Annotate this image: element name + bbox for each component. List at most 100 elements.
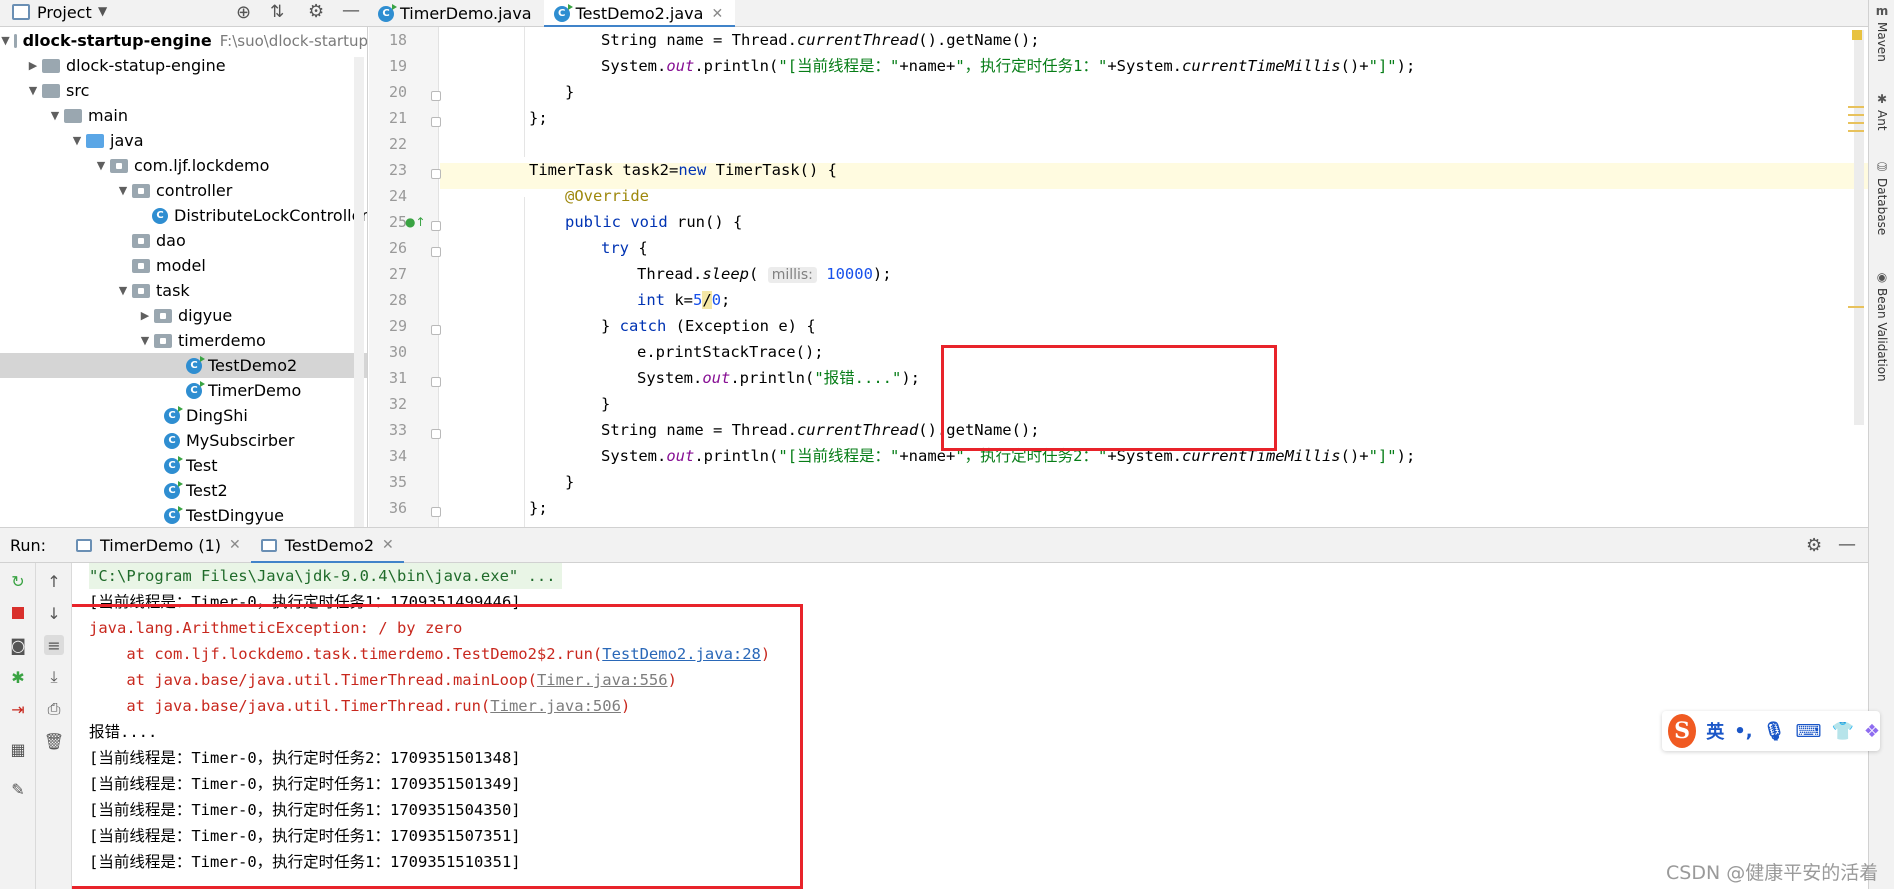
fold-marker-icon[interactable] [431, 247, 441, 257]
chevron-down-icon[interactable]: ▼ [140, 334, 150, 347]
minimize-icon[interactable]: — [1838, 534, 1856, 555]
minimize-icon[interactable]: — [342, 0, 360, 21]
chevron-down-icon[interactable]: ▼ [118, 184, 128, 197]
chevron-down-icon[interactable]: ▼ [1, 34, 9, 47]
pin-icon[interactable]: ✎ [8, 779, 28, 799]
watermark: CSDN @健康平安的活着 [1666, 862, 1879, 884]
tree-item-test[interactable]: C Test [0, 453, 367, 478]
tree-item-testdingyue[interactable]: C TestDingyue [0, 503, 367, 527]
project-title[interactable]: Project [37, 3, 92, 22]
tree-item-distributelockcontroller[interactable]: C DistributeLockController [0, 203, 367, 228]
run-tab-testdemo2[interactable]: TestDemo2 ✕ [250, 527, 404, 564]
tree-item-model[interactable]: model [0, 253, 367, 278]
warning-indicator-icon[interactable] [1852, 30, 1862, 40]
fold-marker-icon[interactable] [431, 325, 441, 335]
tab-testdemo2[interactable]: C TestDemo2.java ✕ [543, 0, 736, 28]
skin-icon[interactable]: 👕 [1831, 721, 1853, 742]
tree-label: dao [156, 231, 186, 250]
line-number: 23 [388, 161, 407, 179]
layout-icon[interactable]: ▦ [8, 739, 28, 759]
chevron-down-icon[interactable]: ▼ [28, 84, 38, 97]
tree-item-task[interactable]: ▼ task [0, 278, 367, 303]
error-stripe-mark[interactable] [1848, 106, 1864, 108]
tree-item-digyue[interactable]: ▶ digyue [0, 303, 367, 328]
trash-icon[interactable]: 🗑 [44, 731, 64, 751]
ime-language[interactable]: 英 [1706, 718, 1724, 744]
error-stripe-mark[interactable] [1848, 306, 1864, 308]
fold-marker-icon[interactable] [431, 429, 441, 439]
chevron-down-icon[interactable]: ▼ [50, 109, 60, 122]
tool-ant[interactable]: ✱ Ant [1869, 92, 1894, 131]
stop-icon[interactable] [8, 603, 28, 623]
tree-item-test2[interactable]: C Test2 [0, 478, 367, 503]
code-line-30: e.printStackTrace(); [637, 343, 824, 361]
arrow-down-icon[interactable]: ↓ [44, 603, 64, 623]
locate-icon[interactable]: ⊕ [236, 2, 251, 23]
ime-toolbar[interactable]: S 英 •, 🎙 ⌨ 👕 ❖ [1662, 711, 1880, 751]
tree-item-dao[interactable]: dao [0, 228, 367, 253]
collapse-all-icon[interactable]: ⇅ [270, 2, 284, 22]
console-output[interactable]: "C:\Program Files\Java\jdk-9.0.4\bin\jav… [72, 563, 1868, 889]
error-stripe-mark[interactable] [1848, 130, 1864, 132]
ant-icon: ✱ [1876, 92, 1888, 106]
tree-item-mysubscirber[interactable]: C MySubscirber [0, 428, 367, 453]
tree-item-main[interactable]: ▼ main [0, 103, 367, 128]
tree-item-com-ljf-lockdemo[interactable]: ▼ com.ljf.lockdemo [0, 153, 367, 178]
code-editor[interactable]: 18 19 20 21 22 23 24 25 26 27 28 29 30 3… [369, 27, 1868, 527]
fold-marker-icon[interactable] [431, 169, 441, 179]
close-icon[interactable]: ✕ [711, 6, 723, 22]
scroll-to-end-icon[interactable]: ⤓ [44, 667, 64, 687]
run-tab-timerdemo[interactable]: TimerDemo (1) ✕ [66, 527, 251, 563]
exit-icon[interactable]: ⇥ [8, 699, 28, 719]
project-header[interactable]: Project ▼ ⊕ ⇅ ⚙ — [0, 0, 368, 27]
tree-item-controller[interactable]: ▼ controller [0, 178, 367, 203]
tool-database[interactable]: ⛁ Database [1869, 160, 1894, 235]
error-stripe-mark[interactable] [1848, 122, 1864, 124]
print-icon[interactable]: ⎙ [44, 699, 64, 719]
soft-wrap-icon[interactable]: ≡ [44, 635, 64, 655]
class-icon: C [186, 380, 205, 399]
punctuation-icon[interactable]: •, [1734, 721, 1752, 742]
override-method-icon[interactable]: ●↑ [405, 215, 426, 229]
keyboard-icon[interactable]: ⌨ [1795, 721, 1821, 742]
tree-item-src[interactable]: ▼ src [0, 78, 367, 103]
chevron-right-icon[interactable]: ▶ [28, 59, 38, 72]
chevron-down-icon[interactable]: ▼ [72, 134, 82, 147]
arrow-up-icon[interactable]: ↑ [44, 571, 64, 591]
tree-scrollbar[interactable] [354, 57, 364, 527]
debug-icon[interactable]: ✱ [8, 667, 28, 687]
chevron-down-icon[interactable]: ▼ [96, 159, 106, 172]
database-icon: ⛁ [1876, 160, 1888, 174]
gear-icon[interactable]: ⚙ [308, 1, 324, 22]
tool-maven[interactable]: m Maven [1869, 4, 1894, 62]
tool-bean-validation[interactable]: ◉ Bean Validation [1869, 270, 1894, 382]
tree-item-root[interactable]: ▼ dlock-startup-engine F:\suo\dlock-star… [0, 28, 367, 53]
tree-item-dlock-statup-engine[interactable]: ▶ dlock-statup-engine [0, 53, 367, 78]
tab-timerdemo[interactable]: C TimerDemo.java [368, 0, 544, 27]
tree-item-dingshi[interactable]: C DingShi [0, 403, 367, 428]
fold-marker-icon[interactable] [431, 377, 441, 387]
editor-scrollbar[interactable] [1854, 30, 1864, 425]
apps-icon[interactable]: ❖ [1864, 721, 1880, 742]
error-stripe-mark[interactable] [1848, 114, 1864, 116]
ime-logo[interactable]: S [1668, 714, 1697, 748]
code-line-19: System.out.println("[当前线程是："+name+"，执行定时… [601, 57, 1416, 75]
tree-item-timerdemo[interactable]: C TimerDemo [0, 378, 367, 403]
chevron-down-icon[interactable]: ▼ [118, 284, 128, 297]
microphone-icon[interactable]: 🎙 [1763, 721, 1786, 742]
tree-item-java[interactable]: ▼ java [0, 128, 367, 153]
fold-marker-icon[interactable] [431, 507, 441, 517]
tree-item-timerdemo-package[interactable]: ▼ timerdemo [0, 328, 367, 353]
close-icon[interactable]: ✕ [382, 537, 394, 553]
tree-item-testdemo2[interactable]: C TestDemo2 [0, 353, 367, 378]
fold-marker-icon[interactable] [431, 91, 441, 101]
fold-marker-icon[interactable] [431, 117, 441, 127]
rerun-icon[interactable]: ↻ [8, 571, 28, 591]
gear-icon[interactable]: ⚙ [1806, 535, 1822, 556]
class-icon: C [164, 505, 183, 524]
camera-icon[interactable]: ◙ [8, 635, 28, 655]
close-icon[interactable]: ✕ [229, 537, 241, 553]
chevron-right-icon[interactable]: ▶ [140, 309, 150, 322]
fold-marker-icon[interactable] [431, 221, 441, 231]
chevron-down-icon[interactable]: ▼ [98, 4, 107, 18]
